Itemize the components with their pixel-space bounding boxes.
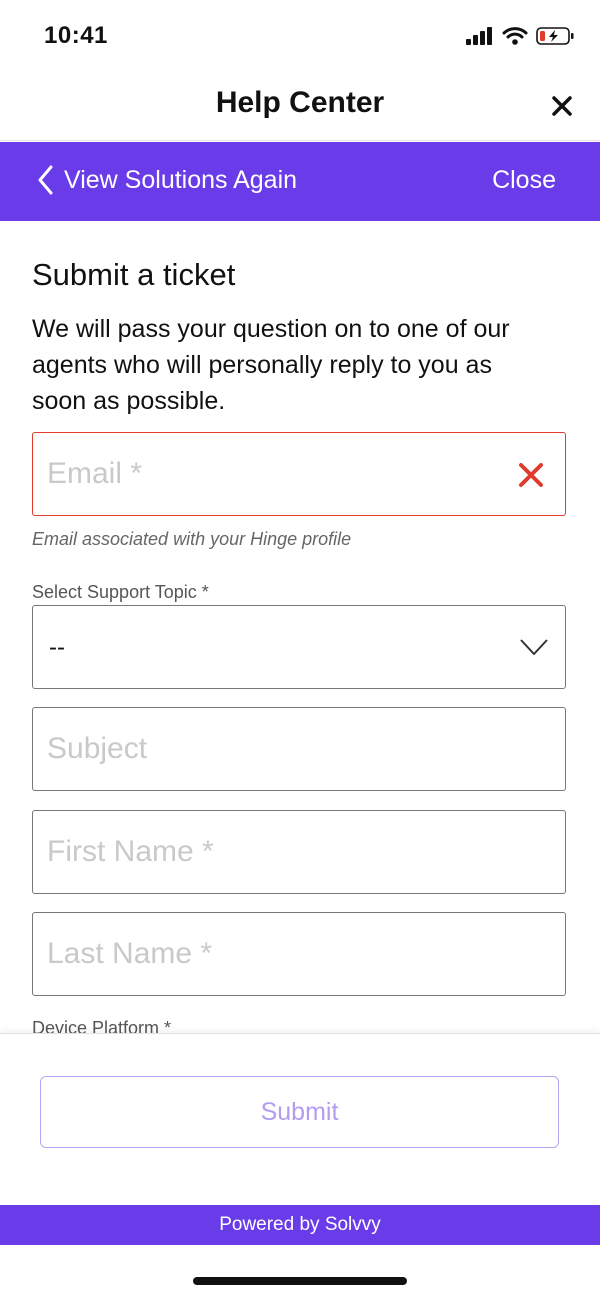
powered-by-bar: Powered by Solvvy xyxy=(0,1205,600,1245)
wifi-icon xyxy=(502,27,528,45)
header-close-button[interactable]: Close xyxy=(492,166,556,195)
solvvy-header: View Solutions Again Close xyxy=(0,142,600,221)
close-icon[interactable] xyxy=(548,92,576,120)
support-topic-label: Select Support Topic * xyxy=(32,582,209,602)
last-name-field xyxy=(32,912,566,996)
email-field xyxy=(32,432,566,516)
first-name-field xyxy=(32,810,566,894)
status-time: 10:41 xyxy=(44,22,108,49)
form-title: Submit a ticket xyxy=(32,257,236,292)
view-solutions-again-button[interactable]: View Solutions Again xyxy=(36,164,297,196)
last-name-input[interactable] xyxy=(47,913,487,995)
error-x-icon xyxy=(519,463,543,487)
support-topic-value: -- xyxy=(49,634,65,661)
status-icons xyxy=(466,26,574,46)
nav-bar: Help Center xyxy=(0,70,600,141)
chevron-left-icon xyxy=(38,165,53,195)
battery-charging-icon xyxy=(536,27,574,45)
email-input[interactable] xyxy=(47,433,487,515)
chevron-down-icon xyxy=(520,639,548,655)
page-title: Help Center xyxy=(215,86,385,119)
first-name-input[interactable] xyxy=(47,811,487,893)
support-topic-select[interactable]: -- xyxy=(32,605,566,689)
status-bar: 10:41 xyxy=(0,0,600,70)
form-footer: Submit xyxy=(0,1033,600,1206)
subject-field xyxy=(32,707,566,791)
back-label: View Solutions Again xyxy=(64,165,298,194)
signal-icon xyxy=(466,27,492,45)
ticket-form: Submit a ticket We will pass your questi… xyxy=(0,221,600,1033)
form-description: We will pass your question on to one of … xyxy=(32,315,510,415)
device-platform-label: Device Platform * xyxy=(32,1018,172,1033)
submit-button[interactable]: Submit xyxy=(40,1076,559,1148)
subject-input[interactable] xyxy=(47,708,487,790)
home-indicator xyxy=(193,1277,407,1285)
email-helper-text: Email associated with your Hinge profile xyxy=(32,529,352,549)
